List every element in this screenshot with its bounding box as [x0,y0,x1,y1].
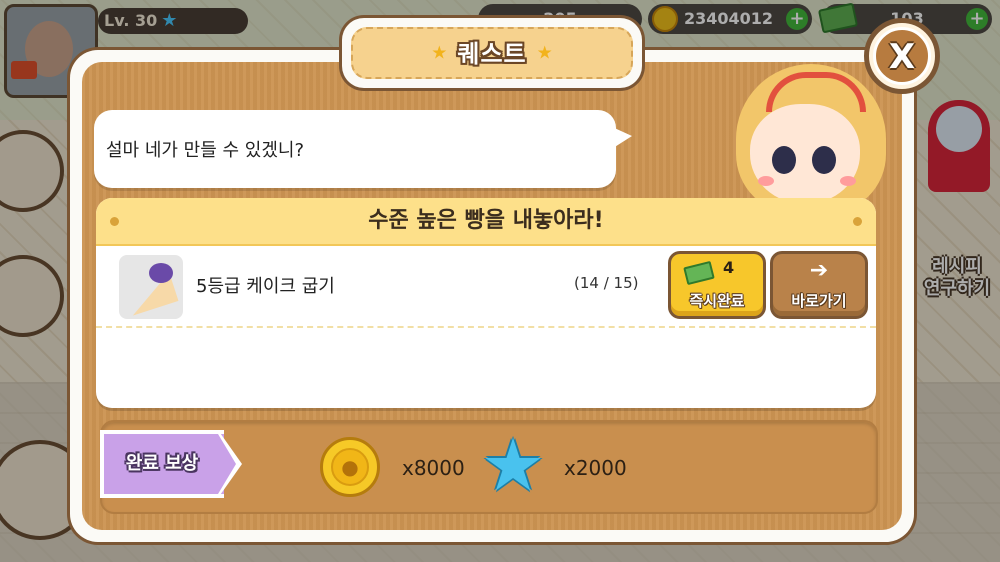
npc-face [750,104,860,204]
quest-task: 5등급 케이크 굽기 [196,276,335,297]
reward-flag: 완료 보상 [100,430,242,498]
cake-topping [149,263,173,283]
blue-star-icon: ★ [480,423,546,507]
star-icon: ★ [536,42,553,64]
apple-icon: ● [331,448,369,486]
reward-gold-amount: x8000 [402,456,465,480]
instant-complete-button[interactable]: 4 즉시완료 [668,251,766,319]
speech-bubble: 설마 네가 만들 수 있겠니? [94,110,632,188]
star-icon: ★ [431,42,448,64]
npc-cheek [840,176,856,186]
instant-cost: 4 [723,258,735,277]
cash-icon [683,260,715,286]
goto-label: 바로가기 [791,292,847,310]
npc-cheek [758,176,774,186]
header-dot [110,217,119,226]
reward-star-amount: x2000 [564,456,627,480]
reward-label: 완료 보상 [125,453,199,474]
instant-complete-label: 즉시완료 [689,292,745,310]
npc-eye [812,146,836,174]
gold-coin-icon: ● [320,437,380,497]
quest-row: 5등급 케이크 굽기 (14 / 15) 4 즉시완료 ➔ 바로가기 [96,246,876,328]
goto-button[interactable]: ➔ 바로가기 [770,251,868,319]
arrow-right-icon: ➔ [809,258,829,283]
header-dot [853,217,862,226]
quest-header-title: 수준 높은 빵을 내놓아라! [368,208,604,233]
npc-character [722,64,892,214]
quest-header: 수준 높은 빵을 내놓아라! [96,198,876,246]
speech-text: 설마 네가 만들 수 있겠니? [106,140,305,161]
dialog-title-inner: ★ 퀘스트 ★ [351,27,633,79]
quest-panel: 수준 높은 빵을 내놓아라! 5등급 케이크 굽기 (14 / 15) 4 즉시… [96,198,876,408]
dialog-title: 퀘스트 [457,39,527,68]
quest-progress: (14 / 15) [574,274,639,292]
npc-eye [772,146,796,174]
cake-icon [119,255,183,319]
dialog-title-tab: ★ 퀘스트 ★ [342,18,642,88]
